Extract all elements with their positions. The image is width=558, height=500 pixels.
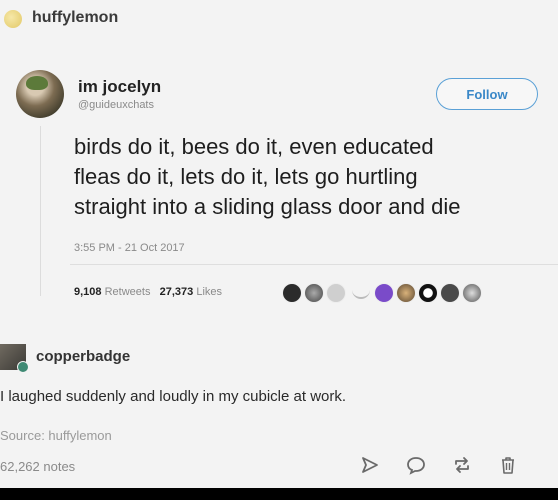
tweet-stats: 9,108 Retweets 27,373 Likes [74,286,222,298]
tweet-thread-line [40,126,41,296]
source-link[interactable]: Source: huffylemon [0,428,112,443]
reblogger-username[interactable]: huffylemon [32,9,118,27]
embedded-tweet: im jocelyn @guideuxchats Follow birds do… [0,58,558,328]
tweet-text-line: straight into a sliding glass door and d… [74,194,461,219]
reblog-icon[interactable] [452,455,472,475]
liker-avatar[interactable] [304,283,324,303]
tweet-author-name[interactable]: im jocelyn [78,77,161,97]
liker-avatar[interactable] [282,283,302,303]
liker-avatar[interactable] [396,283,416,303]
share-icon[interactable] [360,455,380,475]
tweet-text: birds do it, bees do it, even educated f… [74,132,558,222]
comment-text: I laughed suddenly and loudly in my cubi… [0,388,347,405]
tweet-timestamp[interactable]: 3:55 PM - 21 Oct 2017 [74,242,185,254]
likes-label[interactable]: Likes [196,286,222,298]
liker-avatars [282,282,484,304]
liker-avatar[interactable] [374,283,394,303]
liker-avatar[interactable] [326,283,346,303]
divider [70,264,558,265]
follow-button[interactable]: Follow [436,78,538,110]
comment-icon[interactable] [406,455,426,475]
liker-separator [352,287,370,299]
post-header: huffylemon [0,0,558,40]
notes-count[interactable]: 62,262 notes [0,459,75,474]
commenter-avatar[interactable] [0,344,29,373]
tweet-author-handle[interactable]: @guideuxchats [78,99,154,111]
reblogger-avatar[interactable] [4,10,22,28]
liker-avatar[interactable] [440,283,460,303]
commenter-username[interactable]: copperbadge [36,348,130,365]
tweet-avatar[interactable] [16,70,64,118]
liker-avatar[interactable] [418,283,438,303]
tweet-text-line: birds do it, bees do it, even educated [74,134,434,159]
bottom-edge [0,488,558,500]
delete-icon[interactable] [498,455,518,475]
retweets-label[interactable]: Retweets [105,286,151,298]
liker-avatar[interactable] [462,283,482,303]
tweet-text-line: fleas do it, lets do it, lets go hurtlin… [74,164,418,189]
likes-count[interactable]: 27,373 [160,286,194,298]
retweets-count[interactable]: 9,108 [74,286,102,298]
post-actions [360,455,518,475]
